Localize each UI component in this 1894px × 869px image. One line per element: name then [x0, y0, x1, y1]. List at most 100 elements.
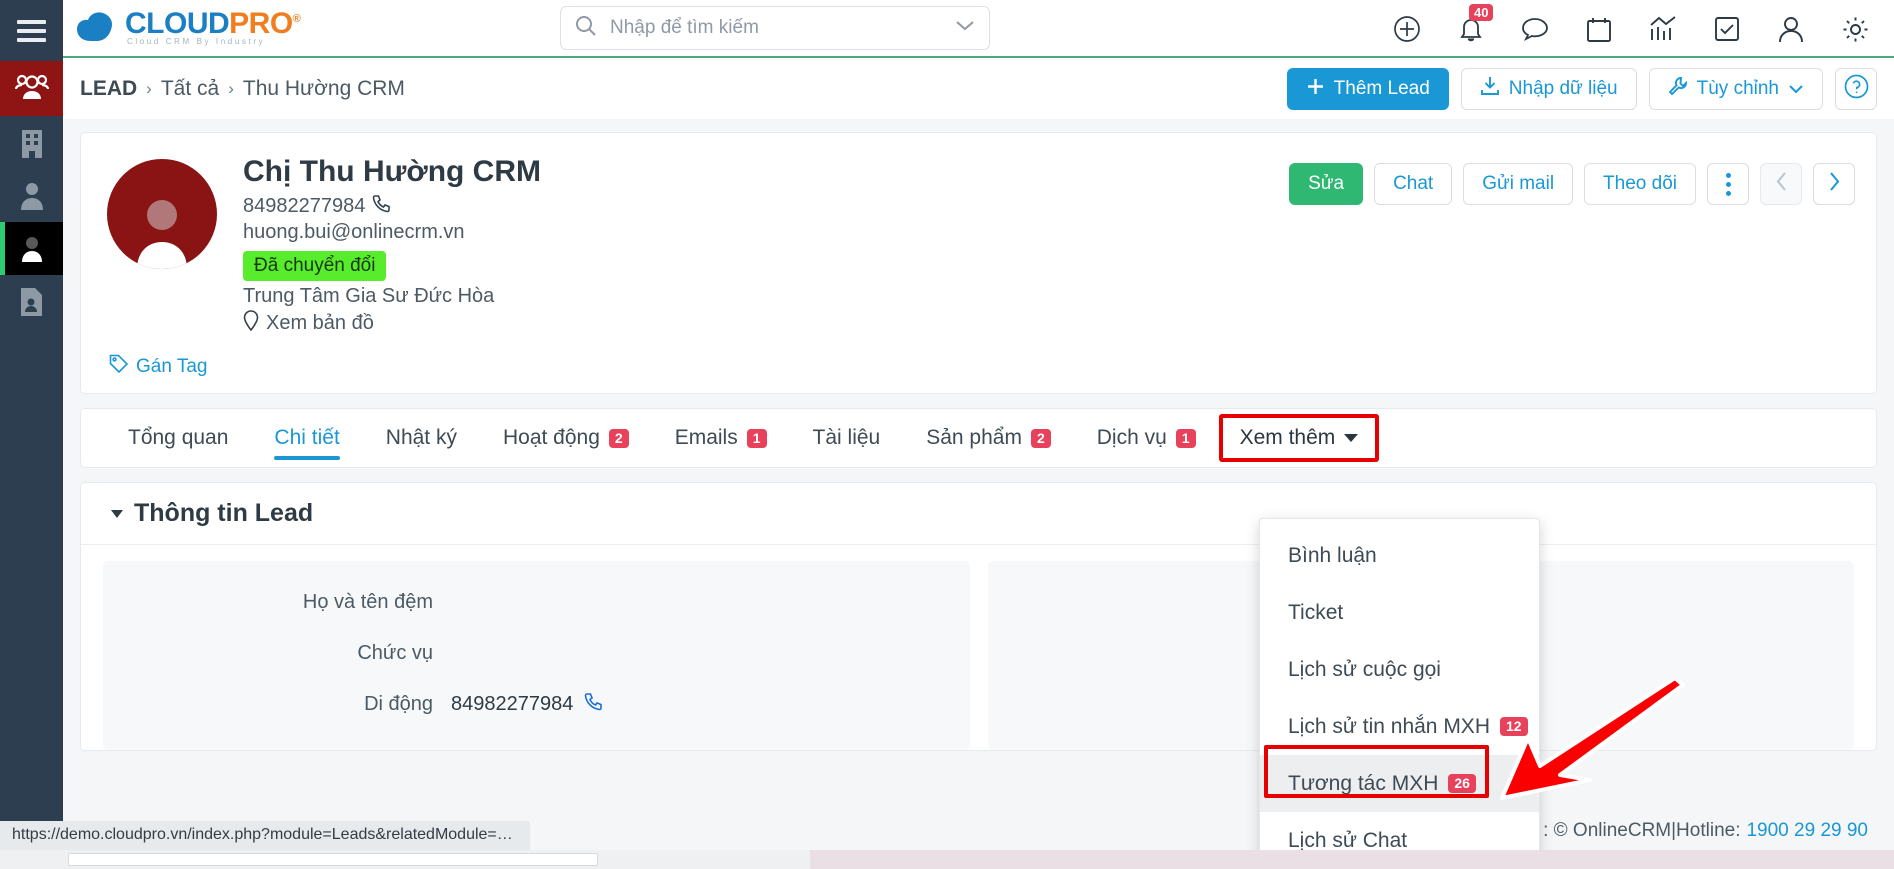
- footer-hotline[interactable]: 1900 29 29 90: [1746, 820, 1868, 842]
- plus-circle-icon[interactable]: [1392, 14, 1422, 44]
- notification-badge: 40: [1469, 4, 1494, 21]
- tab-hoat-dong[interactable]: Hoạt động 2: [480, 408, 652, 468]
- sidebar-item-leads[interactable]: [0, 222, 63, 275]
- breadcrumb-separator: ›: [146, 78, 152, 98]
- global-search[interactable]: Nhập để tìm kiếm: [560, 6, 990, 50]
- help-button[interactable]: [1835, 68, 1877, 110]
- app-root: CLOUDPRO® Cloud CRM By Industry Nhập để …: [0, 0, 1894, 869]
- sidebar-item-organizations[interactable]: [0, 61, 63, 116]
- menu-item-binh-luan[interactable]: Bình luận: [1260, 527, 1539, 584]
- bell-icon[interactable]: 40: [1456, 4, 1494, 44]
- search-input-placeholder[interactable]: Nhập để tìm kiếm: [610, 17, 955, 39]
- tab-chi-tiet[interactable]: Chi tiết: [251, 408, 362, 468]
- next-record-button[interactable]: [1813, 163, 1855, 205]
- mobile-number: 84982277984: [451, 693, 574, 715]
- vertical-dots-icon: [1725, 172, 1731, 196]
- chevron-down-icon: [1788, 78, 1804, 100]
- collapse-caret-icon: [111, 509, 123, 518]
- field-label: Chức vụ: [357, 642, 433, 664]
- sidebar-item-documents[interactable]: [0, 275, 63, 328]
- chevron-right-icon: [1828, 171, 1841, 198]
- calendar-icon[interactable]: [1584, 14, 1614, 44]
- scrollbar-thumb[interactable]: [68, 853, 598, 866]
- app-logo[interactable]: CLOUDPRO® Cloud CRM By Industry: [71, 5, 301, 51]
- page-title: Chị Thu Hường CRM: [243, 155, 541, 188]
- analytics-icon[interactable]: [1648, 14, 1678, 44]
- map-pin-icon: [243, 310, 259, 337]
- chat-bubble-icon[interactable]: [1520, 14, 1550, 44]
- tab-tai-lieu[interactable]: Tài liệu: [790, 408, 904, 468]
- left-sidebar: [0, 0, 63, 869]
- section-header[interactable]: Thông tin Lead: [81, 483, 1876, 545]
- person-icon: [17, 234, 47, 264]
- group-users-icon: [14, 74, 49, 104]
- tab-tong-quan[interactable]: Tổng quan: [105, 408, 251, 468]
- tab-nhat-ky[interactable]: Nhật ký: [363, 408, 480, 468]
- info-column-left: Họ và tên đệm Chức vụ Di động 8498227798…: [103, 561, 970, 750]
- sidebar-item-companies[interactable]: [0, 116, 63, 169]
- profile-info: Chị Thu Hường CRM 84982277984 huong.bui@…: [243, 155, 541, 339]
- logo-tagline: Cloud CRM By Industry: [127, 37, 266, 46]
- tab-dich-vu[interactable]: Dịch vụ 1: [1074, 408, 1219, 468]
- customize-label: Tùy chỉnh: [1696, 78, 1779, 99]
- hamburger-menu-button[interactable]: [0, 0, 63, 61]
- field-value-mobile[interactable]: 84982277984: [451, 692, 603, 717]
- profile-company: Trung Tâm Gia Sư Đức Hòa: [243, 285, 495, 307]
- tab-xem-them[interactable]: Xem thêm: [1218, 414, 1380, 462]
- chevron-down-icon[interactable]: [955, 19, 975, 37]
- view-map-label: Xem bản đồ: [266, 312, 374, 334]
- field-label: Di động: [364, 693, 433, 715]
- top-icon-group: 40: [1392, 0, 1880, 58]
- tab-label: Emails: [674, 426, 738, 449]
- add-lead-button[interactable]: Thêm Lead: [1286, 68, 1449, 110]
- prev-record-button[interactable]: [1760, 163, 1802, 205]
- send-mail-button[interactable]: Gửi mail: [1463, 163, 1574, 205]
- customize-button[interactable]: Tùy chỉnh: [1648, 68, 1823, 110]
- lead-profile-card: Chị Thu Hường CRM 84982277984 huong.bui@…: [80, 132, 1877, 394]
- sidebar-item-contacts[interactable]: [0, 169, 63, 222]
- profile-email[interactable]: huong.bui@onlinecrm.vn: [243, 221, 541, 244]
- profile-header: Chị Thu Hường CRM 84982277984 huong.bui@…: [81, 133, 1876, 339]
- breadcrumb-root[interactable]: LEAD: [80, 77, 137, 101]
- menu-item-label: Lịch sử Chat: [1288, 828, 1408, 852]
- footer-text: : © OnlineCRM|Hotline:: [1543, 820, 1741, 841]
- field-row: Họ và tên đệm: [103, 577, 970, 628]
- browser-status-bar: https://demo.cloudpro.vn/index.php?modul…: [0, 821, 530, 850]
- more-actions-button[interactable]: [1707, 163, 1749, 205]
- tab-badge: 2: [608, 428, 629, 448]
- breadcrumb-mid[interactable]: Tất cả: [161, 77, 219, 101]
- gear-icon[interactable]: [1840, 14, 1870, 44]
- tab-label: Tài liệu: [812, 426, 881, 449]
- follow-button[interactable]: Theo dõi: [1584, 163, 1696, 205]
- record-tabs: Tổng quan Chi tiết Nhật ký Hoạt động 2 E…: [80, 408, 1877, 468]
- assign-tag-link[interactable]: Gán Tag: [109, 354, 1876, 379]
- edit-button[interactable]: Sửa: [1289, 163, 1364, 205]
- registered-mark: ®: [292, 13, 301, 25]
- tab-san-pham[interactable]: Sản phẩm 2: [903, 408, 1074, 468]
- menu-item-ticket[interactable]: Ticket: [1260, 584, 1539, 641]
- contact-card-icon: [19, 287, 44, 317]
- profile-phone-row: 84982277984: [243, 194, 541, 219]
- view-map-row[interactable]: Xem bản đồ: [243, 310, 541, 337]
- scrollbar-track[interactable]: [810, 850, 1894, 869]
- action-button-group: Thêm Lead Nhập dữ liệu Tùy chỉnh: [1286, 68, 1877, 110]
- breadcrumb-current: Thu Hường CRM: [242, 76, 405, 100]
- phone-icon[interactable]: [372, 194, 391, 219]
- logo-text-pro: PRO: [229, 7, 293, 40]
- horizontal-scrollbar[interactable]: [0, 850, 1894, 869]
- logo-text-cloud: CLOUD: [125, 7, 230, 40]
- menu-item-label: Bình luận: [1288, 543, 1377, 567]
- field-row: Chức vụ: [103, 628, 970, 679]
- tab-label: Dịch vụ: [1096, 426, 1167, 449]
- user-icon[interactable]: [1776, 14, 1806, 44]
- task-check-icon[interactable]: [1712, 14, 1742, 44]
- menu-item-label: Lịch sử cuộc gọi: [1288, 657, 1441, 681]
- tab-label: Tổng quan: [128, 426, 229, 449]
- chat-button[interactable]: Chat: [1374, 163, 1453, 205]
- tab-emails[interactable]: Emails 1: [652, 408, 790, 468]
- phone-icon[interactable]: [584, 692, 603, 717]
- tab-label: Hoạt động: [502, 426, 600, 449]
- profile-action-buttons: Sửa Chat Gửi mail Theo dõi: [1289, 163, 1855, 205]
- top-navigation-bar: CLOUDPRO® Cloud CRM By Industry Nhập để …: [63, 0, 1894, 58]
- import-data-button[interactable]: Nhập dữ liệu: [1460, 68, 1637, 110]
